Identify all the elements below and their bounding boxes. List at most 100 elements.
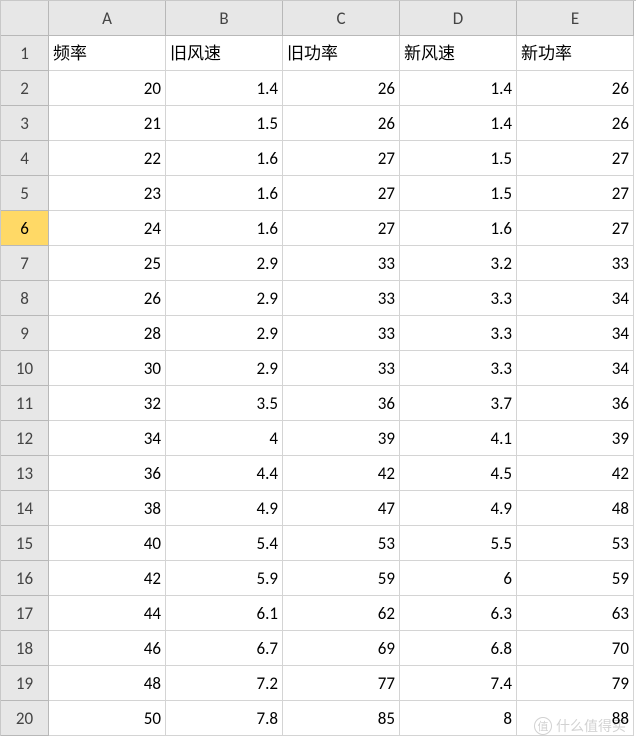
cell-C18[interactable]: 69 bbox=[283, 631, 400, 666]
cell-A19[interactable]: 48 bbox=[49, 666, 166, 701]
cell-C2[interactable]: 26 bbox=[283, 71, 400, 106]
cell-E17[interactable]: 63 bbox=[517, 596, 634, 631]
column-header-C[interactable]: C bbox=[283, 1, 400, 36]
cell-B11[interactable]: 3.5 bbox=[166, 386, 283, 421]
cell-B8[interactable]: 2.9 bbox=[166, 281, 283, 316]
cell-A2[interactable]: 20 bbox=[49, 71, 166, 106]
cell-A12[interactable]: 34 bbox=[49, 421, 166, 456]
cell-C1[interactable]: 旧功率 bbox=[283, 36, 400, 71]
cell-D17[interactable]: 6.3 bbox=[400, 596, 517, 631]
cell-D19[interactable]: 7.4 bbox=[400, 666, 517, 701]
cell-C10[interactable]: 33 bbox=[283, 351, 400, 386]
cell-D5[interactable]: 1.5 bbox=[400, 176, 517, 211]
cell-E11[interactable]: 36 bbox=[517, 386, 634, 421]
row-header-8[interactable]: 8 bbox=[1, 281, 49, 316]
cell-B13[interactable]: 4.4 bbox=[166, 456, 283, 491]
row-header-9[interactable]: 9 bbox=[1, 316, 49, 351]
cell-D8[interactable]: 3.3 bbox=[400, 281, 517, 316]
cell-E9[interactable]: 34 bbox=[517, 316, 634, 351]
cell-B4[interactable]: 1.6 bbox=[166, 141, 283, 176]
cell-E7[interactable]: 33 bbox=[517, 246, 634, 281]
cell-C16[interactable]: 59 bbox=[283, 561, 400, 596]
cell-D20[interactable]: 8 bbox=[400, 701, 517, 736]
row-header-5[interactable]: 5 bbox=[1, 176, 49, 211]
cell-B12[interactable]: 4 bbox=[166, 421, 283, 456]
cell-D18[interactable]: 6.8 bbox=[400, 631, 517, 666]
column-header-A[interactable]: A bbox=[49, 1, 166, 36]
row-header-15[interactable]: 15 bbox=[1, 526, 49, 561]
cell-A4[interactable]: 22 bbox=[49, 141, 166, 176]
cell-C9[interactable]: 33 bbox=[283, 316, 400, 351]
cell-A8[interactable]: 26 bbox=[49, 281, 166, 316]
cell-A5[interactable]: 23 bbox=[49, 176, 166, 211]
row-header-1[interactable]: 1 bbox=[1, 36, 49, 71]
cell-A17[interactable]: 44 bbox=[49, 596, 166, 631]
cell-B7[interactable]: 2.9 bbox=[166, 246, 283, 281]
cell-E18[interactable]: 70 bbox=[517, 631, 634, 666]
cell-E14[interactable]: 48 bbox=[517, 491, 634, 526]
cell-D3[interactable]: 1.4 bbox=[400, 106, 517, 141]
row-header-13[interactable]: 13 bbox=[1, 456, 49, 491]
cell-A11[interactable]: 32 bbox=[49, 386, 166, 421]
cell-C17[interactable]: 62 bbox=[283, 596, 400, 631]
cell-B17[interactable]: 6.1 bbox=[166, 596, 283, 631]
cell-E15[interactable]: 53 bbox=[517, 526, 634, 561]
cell-A20[interactable]: 50 bbox=[49, 701, 166, 736]
row-header-17[interactable]: 17 bbox=[1, 596, 49, 631]
cell-A9[interactable]: 28 bbox=[49, 316, 166, 351]
cell-E10[interactable]: 34 bbox=[517, 351, 634, 386]
cell-E6[interactable]: 27 bbox=[517, 211, 634, 246]
cell-B10[interactable]: 2.9 bbox=[166, 351, 283, 386]
cell-E13[interactable]: 42 bbox=[517, 456, 634, 491]
spreadsheet-grid[interactable]: ABCDE1频率旧风速旧功率新风速新功率2201.4261.4263211.52… bbox=[0, 0, 636, 736]
cell-B20[interactable]: 7.8 bbox=[166, 701, 283, 736]
cell-D15[interactable]: 5.5 bbox=[400, 526, 517, 561]
row-header-16[interactable]: 16 bbox=[1, 561, 49, 596]
cell-D16[interactable]: 6 bbox=[400, 561, 517, 596]
cell-D4[interactable]: 1.5 bbox=[400, 141, 517, 176]
cell-C6[interactable]: 27 bbox=[283, 211, 400, 246]
cell-B16[interactable]: 5.9 bbox=[166, 561, 283, 596]
cell-B19[interactable]: 7.2 bbox=[166, 666, 283, 701]
cell-E5[interactable]: 27 bbox=[517, 176, 634, 211]
cell-D12[interactable]: 4.1 bbox=[400, 421, 517, 456]
cell-C3[interactable]: 26 bbox=[283, 106, 400, 141]
row-header-18[interactable]: 18 bbox=[1, 631, 49, 666]
cell-B3[interactable]: 1.5 bbox=[166, 106, 283, 141]
select-all-corner[interactable] bbox=[1, 1, 49, 36]
row-header-11[interactable]: 11 bbox=[1, 386, 49, 421]
column-header-D[interactable]: D bbox=[400, 1, 517, 36]
row-header-20[interactable]: 20 bbox=[1, 701, 49, 736]
cell-A14[interactable]: 38 bbox=[49, 491, 166, 526]
cell-E16[interactable]: 59 bbox=[517, 561, 634, 596]
cell-D13[interactable]: 4.5 bbox=[400, 456, 517, 491]
cell-D14[interactable]: 4.9 bbox=[400, 491, 517, 526]
cell-B2[interactable]: 1.4 bbox=[166, 71, 283, 106]
cell-B15[interactable]: 5.4 bbox=[166, 526, 283, 561]
cell-E12[interactable]: 39 bbox=[517, 421, 634, 456]
cell-C19[interactable]: 77 bbox=[283, 666, 400, 701]
cell-E20[interactable]: 88 bbox=[517, 701, 634, 736]
cell-A18[interactable]: 46 bbox=[49, 631, 166, 666]
cell-E2[interactable]: 26 bbox=[517, 71, 634, 106]
cell-A3[interactable]: 21 bbox=[49, 106, 166, 141]
cell-C12[interactable]: 39 bbox=[283, 421, 400, 456]
cell-E3[interactable]: 26 bbox=[517, 106, 634, 141]
row-header-12[interactable]: 12 bbox=[1, 421, 49, 456]
cell-C20[interactable]: 85 bbox=[283, 701, 400, 736]
cell-C4[interactable]: 27 bbox=[283, 141, 400, 176]
row-header-4[interactable]: 4 bbox=[1, 141, 49, 176]
cell-D7[interactable]: 3.2 bbox=[400, 246, 517, 281]
cell-C13[interactable]: 42 bbox=[283, 456, 400, 491]
cell-E1[interactable]: 新功率 bbox=[517, 36, 634, 71]
cell-B5[interactable]: 1.6 bbox=[166, 176, 283, 211]
row-header-10[interactable]: 10 bbox=[1, 351, 49, 386]
cell-A16[interactable]: 42 bbox=[49, 561, 166, 596]
row-header-3[interactable]: 3 bbox=[1, 106, 49, 141]
cell-B18[interactable]: 6.7 bbox=[166, 631, 283, 666]
cell-A10[interactable]: 30 bbox=[49, 351, 166, 386]
cell-D2[interactable]: 1.4 bbox=[400, 71, 517, 106]
cell-A6[interactable]: 24 bbox=[49, 211, 166, 246]
cell-C7[interactable]: 33 bbox=[283, 246, 400, 281]
row-header-19[interactable]: 19 bbox=[1, 666, 49, 701]
